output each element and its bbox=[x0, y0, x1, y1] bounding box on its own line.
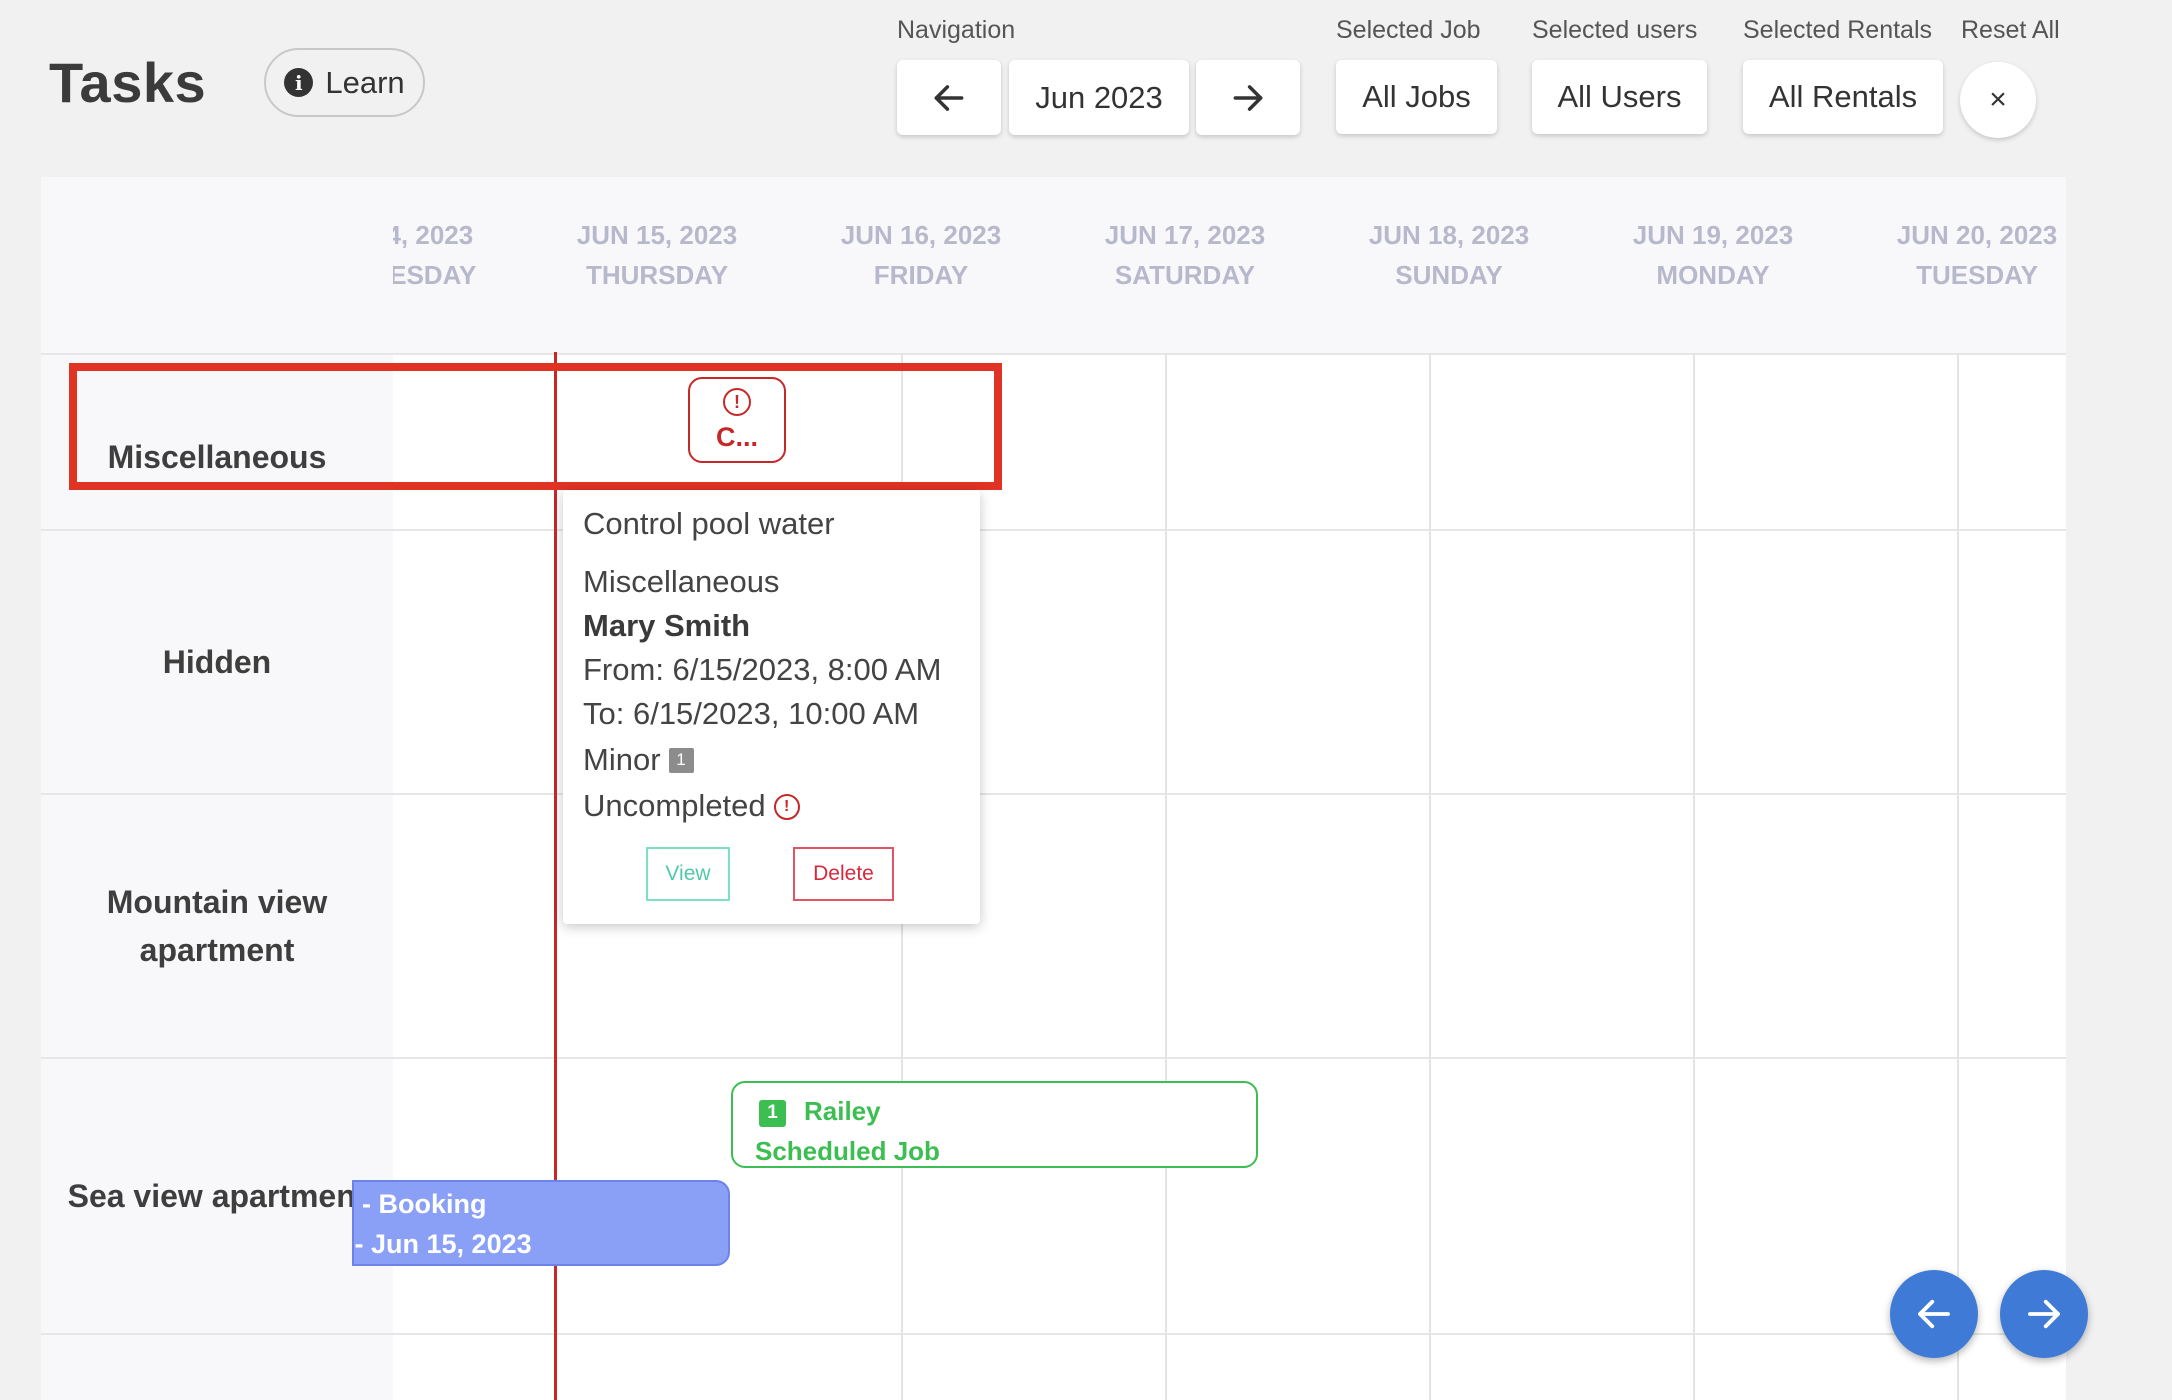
status-label: Uncompleted bbox=[583, 788, 766, 823]
popover-title: Control pool water bbox=[583, 506, 835, 541]
next-month-button[interactable] bbox=[1196, 60, 1300, 135]
scroll-right-button[interactable] bbox=[2000, 1270, 2088, 1358]
arrow-right-icon bbox=[2028, 1299, 2060, 1329]
view-button[interactable]: View bbox=[646, 847, 730, 901]
popover-category: Miscellaneous bbox=[583, 564, 780, 599]
booking-title: al - Booking bbox=[354, 1189, 487, 1219]
selected-rentals-dropdown[interactable]: All Rentals bbox=[1743, 60, 1943, 134]
row-label-hidden: Hidden bbox=[162, 644, 272, 680]
current-month-button[interactable]: Jun 2023 bbox=[1009, 60, 1189, 135]
row-label-miscellaneous: Miscellaneous bbox=[107, 439, 327, 475]
day-header: JUN 16, 2023 FRIDAY bbox=[840, 220, 1002, 290]
day-header: JUN 19, 2023 MONDAY bbox=[1632, 220, 1794, 290]
job-count-badge: 1 bbox=[759, 1099, 786, 1127]
reset-all-button[interactable]: × bbox=[1960, 62, 2036, 138]
navigation-label: Navigation bbox=[897, 16, 1016, 44]
selected-users-label: Selected users bbox=[1532, 16, 1698, 44]
alert-circle-icon: ! bbox=[773, 794, 800, 820]
day-header: JUN 18, 2023 SUNDAY bbox=[1368, 220, 1530, 290]
popover-to: To: 6/15/2023, 10:00 AM bbox=[583, 696, 920, 731]
learn-button[interactable]: i Learn bbox=[264, 48, 425, 117]
booking-dates: 3 - Jun 15, 2023 bbox=[354, 1229, 532, 1259]
arrow-right-icon bbox=[1233, 84, 1263, 111]
alert-circle-icon: ! bbox=[723, 387, 751, 416]
arrow-left-icon bbox=[1918, 1299, 1950, 1329]
selected-job-label: Selected Job bbox=[1336, 16, 1481, 44]
prev-month-button[interactable] bbox=[897, 60, 1001, 135]
task-chip-label: C... bbox=[715, 421, 758, 452]
page-title: Tasks bbox=[49, 51, 207, 114]
priority-badge: 1 bbox=[668, 747, 694, 773]
job-type: Scheduled Job bbox=[755, 1136, 940, 1166]
close-icon: × bbox=[1989, 83, 2007, 116]
task-popover: Control pool water Miscellaneous Mary Sm… bbox=[563, 490, 980, 924]
booking-event[interactable]: al - Booking 3 - Jun 15, 2023 bbox=[352, 1180, 730, 1266]
task-event-chip[interactable]: ! C... bbox=[688, 377, 786, 463]
day-header: JUN 17, 2023 SATURDAY bbox=[1104, 220, 1266, 290]
row-label-mountain-view: Mountain view apartment bbox=[106, 884, 328, 968]
day-header: JUN 20, 2023 TUESDAY bbox=[1896, 220, 2058, 290]
priority-label: Minor bbox=[583, 742, 661, 777]
info-icon: i bbox=[284, 68, 314, 97]
delete-button[interactable]: Delete bbox=[793, 847, 894, 901]
calendar-grid: JUN 14, 2023WEDNESDAY JUN 15, 2023THURSD… bbox=[41, 177, 2066, 1400]
selected-job-dropdown[interactable]: All Jobs bbox=[1336, 60, 1497, 134]
scheduled-job-event[interactable]: 1 Railey Scheduled Job bbox=[731, 1081, 1258, 1168]
row-label-sea-view: Sea view apartment bbox=[67, 1178, 367, 1214]
scroll-left-button[interactable] bbox=[1890, 1270, 1978, 1358]
job-assignee: Railey bbox=[804, 1096, 881, 1126]
selected-users-dropdown[interactable]: All Users bbox=[1532, 60, 1707, 134]
calendar-corner bbox=[41, 177, 393, 354]
popover-from: From: 6/15/2023, 8:00 AM bbox=[583, 652, 942, 687]
popover-status: Uncompleted! bbox=[583, 788, 800, 824]
learn-label: Learn bbox=[325, 64, 405, 100]
day-header-row: JUN 14, 2023WEDNESDAY JUN 15, 2023THURSD… bbox=[393, 177, 2066, 354]
selected-rentals-label: Selected Rentals bbox=[1743, 16, 1933, 44]
day-header: JUN 14, 2023WEDNESDAY bbox=[393, 220, 477, 290]
row-labels: Miscellaneous Hidden Mountain view apart… bbox=[41, 354, 393, 1400]
reset-all-label: Reset All bbox=[1961, 16, 2060, 44]
arrow-left-icon bbox=[934, 84, 964, 111]
popover-priority: Minor 1 bbox=[583, 742, 694, 778]
popover-assignee: Mary Smith bbox=[583, 608, 751, 643]
day-header: JUN 15, 2023 THURSDAY bbox=[576, 220, 738, 290]
